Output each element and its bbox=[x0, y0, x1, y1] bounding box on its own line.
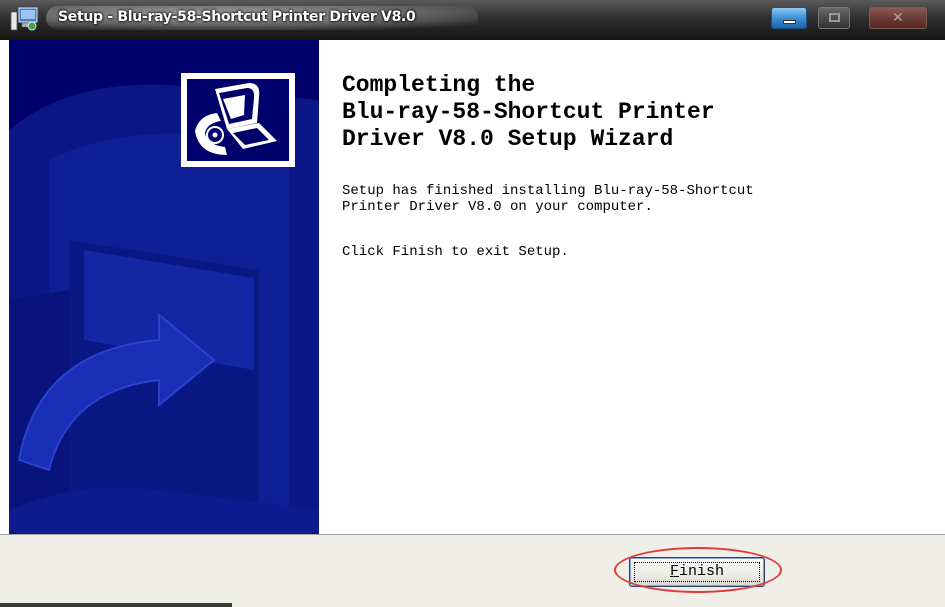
title-bar[interactable]: Setup - Blu-ray-58-Shortcut Printer Driv… bbox=[0, 0, 945, 40]
finish-accelerator: F bbox=[669, 563, 679, 580]
minimize-icon bbox=[783, 20, 796, 24]
finish-button[interactable]: Finish bbox=[629, 557, 765, 587]
setup-app-icon[interactable] bbox=[10, 6, 40, 32]
maximize-button[interactable] bbox=[818, 7, 850, 29]
finish-instruction: Click Finish to exit Setup. bbox=[342, 244, 569, 260]
wizard-heading: Completing the Blu-ray-58-Shortcut Print… bbox=[342, 72, 715, 152]
printer-setup-icon bbox=[187, 79, 289, 161]
minimize-button[interactable] bbox=[771, 7, 807, 29]
finish-label-rest: inish bbox=[679, 563, 725, 580]
finished-message: Setup has finished installing Blu-ray-58… bbox=[342, 183, 754, 215]
wizard-banner bbox=[9, 40, 319, 534]
close-icon: ✕ bbox=[892, 10, 904, 26]
footer-edge bbox=[0, 603, 232, 607]
logo-frame bbox=[181, 73, 295, 167]
setup-wizard-window: Setup - Blu-ray-58-Shortcut Printer Driv… bbox=[0, 0, 945, 607]
maximize-icon bbox=[829, 13, 840, 22]
finish-button-label: Finish bbox=[630, 564, 764, 580]
wizard-footer: Finish bbox=[0, 534, 945, 607]
wizard-content: Completing the Blu-ray-58-Shortcut Print… bbox=[319, 40, 945, 534]
window-title: Setup - Blu-ray-58-Shortcut Printer Driv… bbox=[58, 9, 416, 25]
close-button[interactable]: ✕ bbox=[869, 7, 927, 29]
